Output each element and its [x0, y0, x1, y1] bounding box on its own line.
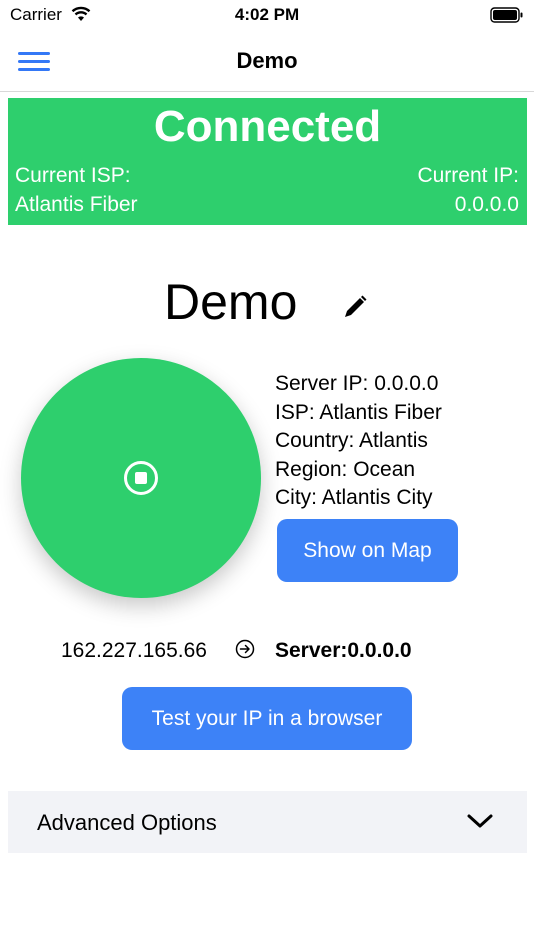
status-bar: Carrier 4:02 PM — [0, 0, 534, 30]
server-address: Server:0.0.0.0 — [275, 639, 412, 662]
server-info: Server IP: 0.0.0.0 ISP: Atlantis Fiber C… — [275, 370, 442, 513]
advanced-options-row[interactable]: Advanced Options — [8, 791, 527, 853]
current-ip-value: 0.0.0.0 — [454, 193, 519, 216]
current-ip-label: Current IP: — [417, 164, 519, 187]
disconnect-button[interactable] — [21, 358, 261, 598]
connection-status-banner: Connected Current ISP: Atlantis Fiber Cu… — [8, 98, 527, 225]
server-region: Region: Ocean — [275, 457, 416, 481]
server-country: Country: Atlantis — [275, 429, 428, 453]
server-isp: ISP: Atlantis Fiber — [275, 400, 442, 424]
test-ip-browser-button[interactable]: Test your IP in a browser — [122, 687, 412, 750]
clock: 4:02 PM — [234, 5, 300, 24]
chevron-down-icon — [467, 814, 493, 828]
current-isp-value: Atlantis Fiber — [15, 193, 138, 216]
show-on-map-button[interactable]: Show on Map — [277, 519, 458, 582]
nav-title: Demo — [236, 48, 298, 73]
advanced-options-label: Advanced Options — [37, 810, 217, 835]
pencil-icon[interactable] — [340, 292, 370, 322]
battery-icon — [490, 7, 523, 23]
connection-status: Connected — [153, 102, 382, 151]
server-city: City: Atlantis City — [275, 486, 433, 510]
stop-icon — [124, 461, 158, 495]
server-ip: Server IP: 0.0.0.0 — [275, 372, 439, 395]
navigation-bar: Demo — [0, 30, 534, 92]
client-ip: 162.227.165.66 — [61, 639, 207, 662]
arrow-right-circle-icon — [235, 639, 255, 659]
current-isp-label: Current ISP: — [15, 164, 131, 187]
profile-name: Demo — [164, 274, 298, 330]
